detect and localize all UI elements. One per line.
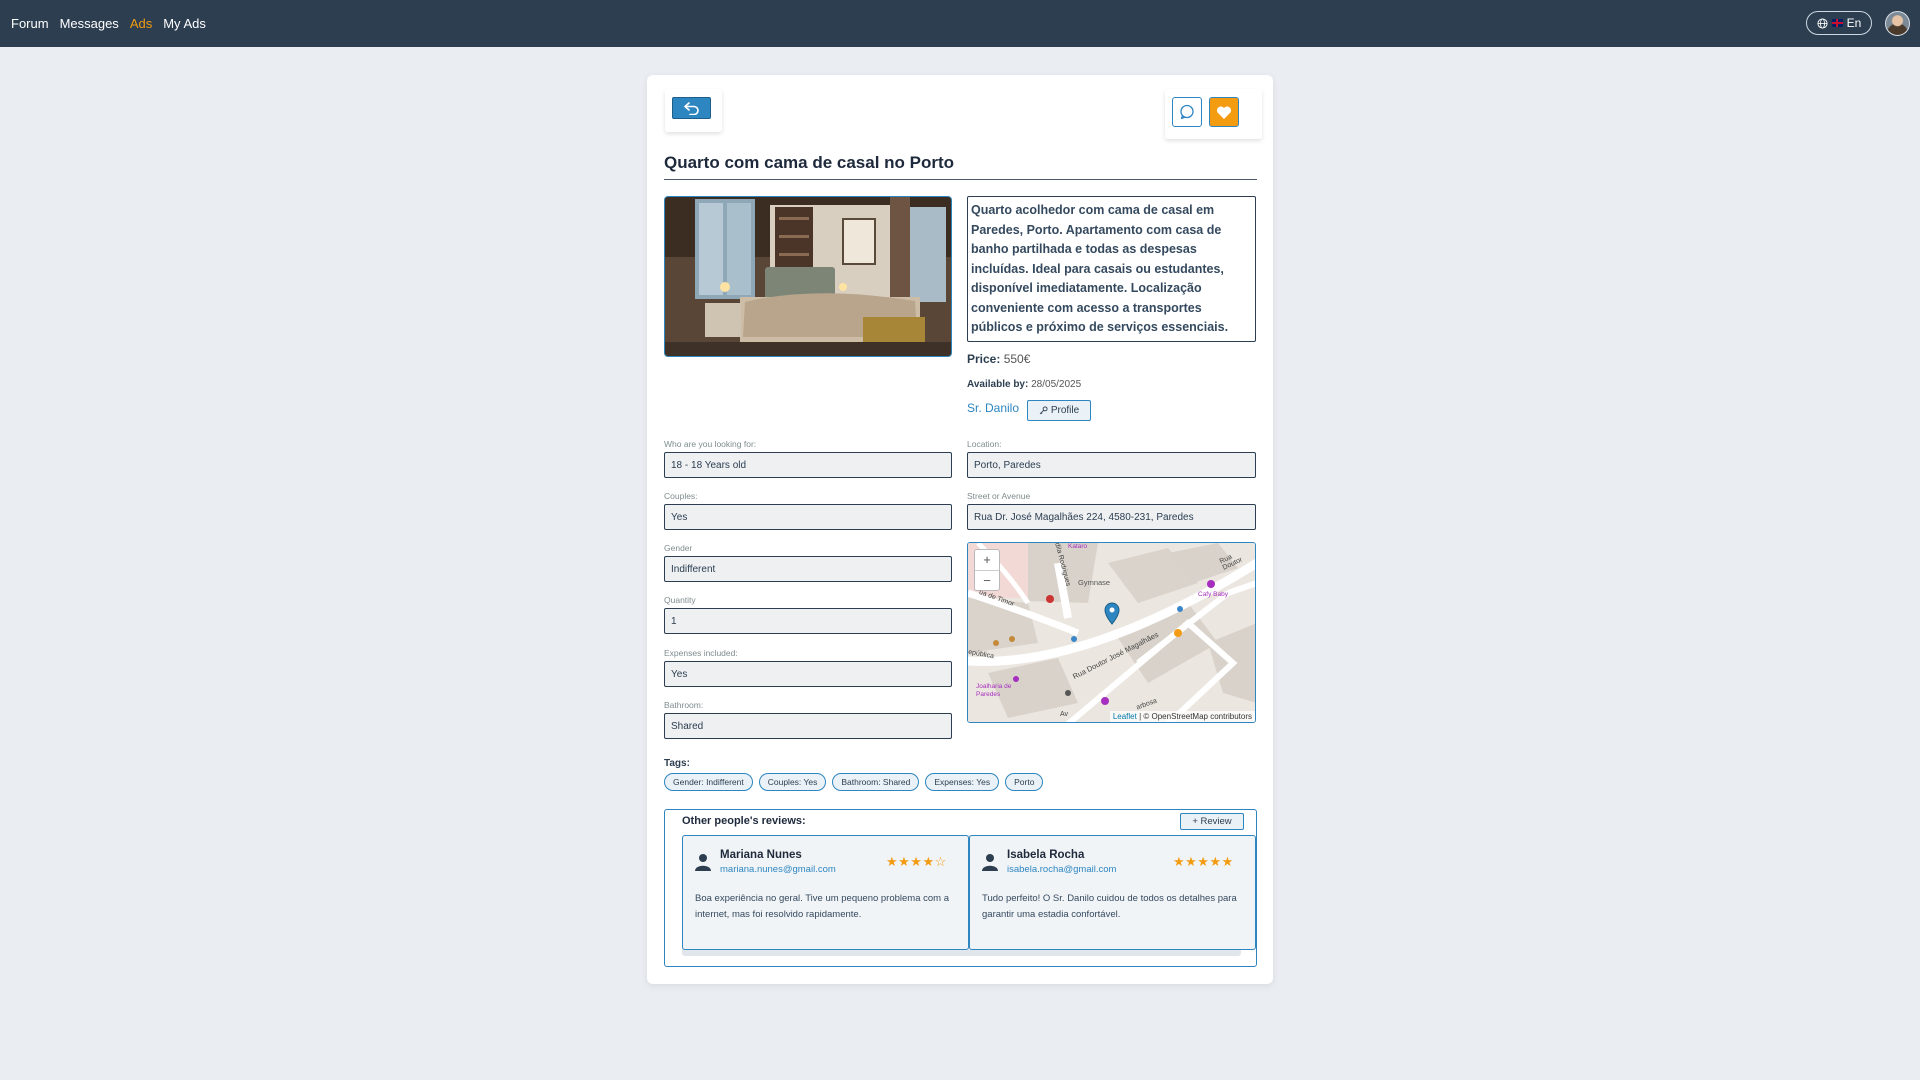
tag-couples[interactable]: Couples: Yes (758, 773, 827, 791)
user-icon (982, 854, 998, 871)
actions-toolbar (1165, 89, 1262, 139)
reviews-carousel[interactable]: Mariana Nunes mariana.nunes@gmail.com ★★… (682, 835, 1256, 956)
location-label: Location: (967, 439, 1002, 449)
available-label: Available by: (967, 379, 1029, 390)
expenses-field[interactable]: Yes (664, 661, 952, 687)
price-value: 550€ (1003, 352, 1031, 366)
couples-label: Couples: (664, 491, 698, 501)
map-gymnase-label: Gymnase (1078, 578, 1111, 587)
nav-ads-link[interactable]: Ads (130, 16, 152, 31)
review-card: Isabela Rocha isabela.rocha@gmail.com ★★… (969, 835, 1256, 950)
tag-location[interactable]: Porto (1005, 773, 1044, 791)
couples-field[interactable]: Yes (664, 504, 952, 530)
user-icon (695, 854, 711, 871)
map-av-label: Av (1060, 711, 1069, 718)
favorite-button[interactable] (1209, 97, 1239, 127)
tag-gender[interactable]: Gender: Indifferent (664, 773, 753, 791)
ad-title: Quarto com cama de casal no Porto (664, 153, 955, 172)
bathroom-field[interactable]: Shared (664, 713, 952, 739)
osm-attribution: | © OpenStreetMap contributors (1139, 712, 1252, 721)
nav-links: Forum Messages Ads My Ads (11, 0, 206, 47)
nav-messages-link[interactable]: Messages (60, 16, 119, 31)
uk-flag-icon (1831, 19, 1843, 27)
location-map[interactable]: + − Rua Doutor José Magalhães Gymnase ua… (967, 542, 1256, 723)
profile-button-label: Profile (1050, 405, 1080, 416)
ad-detail-card: Quarto com cama de casal no Porto Quarto… (647, 75, 1273, 984)
quantity-field[interactable]: 1 (664, 608, 952, 634)
price-label: Price: (967, 352, 1001, 366)
looking-for-label: Who are you looking for: (664, 439, 757, 449)
map-kataro-label: Kataro (1068, 543, 1088, 550)
gender-field[interactable]: Indifferent (664, 556, 952, 582)
top-navbar: Forum Messages Ads My Ads En (0, 0, 1920, 47)
bedroom-image (665, 197, 951, 356)
map-joalharia-label: Joalharia de Paredes (976, 683, 1012, 698)
reviews-section: Other people's reviews: + Review Mariana… (664, 809, 1257, 967)
tag-expenses[interactable]: Expenses: Yes (925, 773, 1000, 791)
looking-for-field[interactable]: 18 - 18 Years old (664, 452, 952, 478)
add-review-button[interactable]: + Review (1180, 813, 1244, 830)
reviewer-email[interactable]: isabela.rocha@gmail.com (1007, 864, 1116, 875)
room-photo[interactable] (664, 196, 952, 357)
zoom-in-button[interactable]: + (975, 550, 999, 570)
back-button[interactable] (672, 97, 711, 119)
gender-label: Gender (664, 543, 693, 553)
location-field[interactable]: Porto, Paredes (967, 452, 1256, 478)
street-label: Street or Avenue (967, 491, 1031, 501)
map-cafe-label: Cafy Baby (1198, 591, 1228, 598)
map-zoom-controls: + − (974, 549, 1000, 591)
ad-description: Quarto acolhedor com cama de casal em Pa… (967, 196, 1256, 342)
heart-icon (1216, 105, 1232, 119)
star-rating: ★★★★☆ (886, 854, 947, 869)
review-text: Boa experiência no geral. Tive um pequen… (695, 893, 950, 920)
language-selector[interactable]: En (1806, 11, 1872, 35)
quantity-label: Quantity (664, 595, 696, 605)
price: Price: 550€ (967, 352, 1030, 366)
tag-list: Gender: Indifferent Couples: Yes Bathroo… (664, 773, 1044, 791)
title-divider (664, 179, 1257, 180)
bathroom-label: Bathroom: (664, 700, 704, 710)
globe-icon (1817, 17, 1828, 29)
reviews-title: Other people's reviews: (682, 815, 806, 827)
chat-button[interactable] (1172, 97, 1202, 127)
reviewer-name: Mariana Nunes (720, 849, 802, 861)
key-icon (1039, 406, 1048, 415)
review-text: Tudo perfeito! O Sr. Danilo cuidou de to… (982, 893, 1237, 920)
tags-label: Tags: (664, 758, 690, 769)
reviewer-email[interactable]: mariana.nunes@gmail.com (720, 864, 836, 875)
expenses-label: Expenses included: (664, 648, 738, 658)
language-label: En (1846, 16, 1862, 30)
map-attribution: Leaflet | © OpenStreetMap contributors (1109, 711, 1255, 722)
nav-my-ads-link[interactable]: My Ads (163, 16, 206, 31)
reviewer-name: Isabela Rocha (1007, 849, 1085, 861)
zoom-out-button[interactable]: − (975, 570, 999, 590)
undo-arrow-icon (683, 102, 699, 115)
street-field[interactable]: Rua Dr. José Magalhães 224, 4580-231, Pa… (967, 504, 1256, 530)
review-card: Mariana Nunes mariana.nunes@gmail.com ★★… (682, 835, 969, 950)
chat-bubble-icon (1180, 104, 1194, 120)
profile-button[interactable]: Profile (1027, 400, 1091, 421)
available-value: 28/05/2025 (1031, 379, 1082, 390)
leaflet-link[interactable]: Leaflet (1113, 712, 1137, 721)
back-toolbar (665, 89, 722, 132)
tag-bathroom[interactable]: Bathroom: Shared (832, 773, 920, 791)
owner-name-link[interactable]: Sr. Danilo (967, 401, 1019, 415)
nav-forum-link[interactable]: Forum (11, 16, 49, 31)
star-rating: ★★★★★ (1173, 854, 1234, 869)
user-avatar[interactable] (1885, 11, 1910, 36)
available-date: Available by: 28/05/2025 (967, 379, 1081, 390)
